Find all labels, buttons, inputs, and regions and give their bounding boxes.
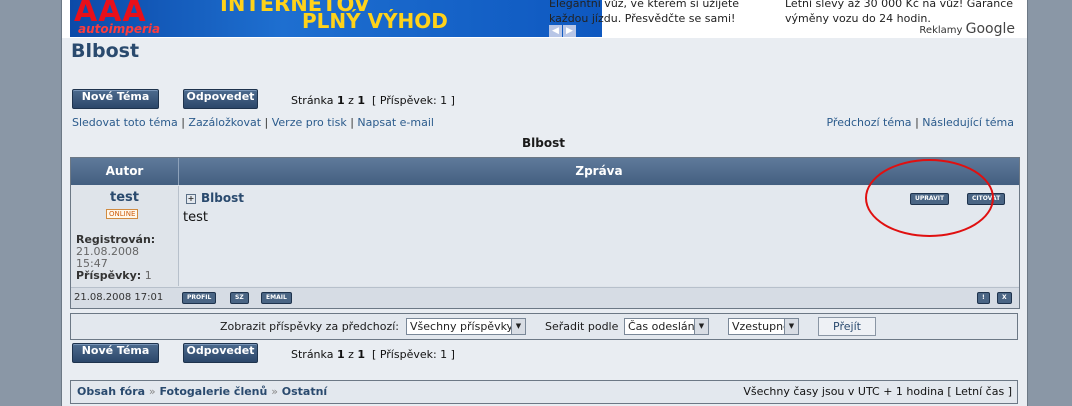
new-topic-button[interactable]: Nové Téma [72,89,159,109]
new-topic-button-bottom[interactable]: Nové Téma [72,343,159,363]
reply-button[interactable]: Odpovedet [183,89,258,109]
pm-button[interactable]: SZ [230,292,249,304]
reply-button-bottom[interactable]: Odpovedet [183,343,258,363]
post-author[interactable]: test [71,190,178,205]
post-subject-text[interactable]: Blbost [201,191,244,205]
breadcrumb-sep: » [271,385,278,398]
bookmark-link[interactable]: Zazáložkovat [188,116,261,129]
delete-button[interactable]: X [997,292,1012,304]
annotation-circle [865,159,994,237]
breadcrumb-other[interactable]: Ostatní [282,385,327,398]
sort-bar: Zobrazit příspěvky za předchozí: Všechny… [70,313,1018,340]
ad2-line1: Letní slevy až 30 000 Kč na vůz! Garance [785,0,1014,10]
post-count: [ Příspěvek: 1 ] [372,94,455,107]
page-title: Blbost [71,40,140,62]
report-button[interactable]: ! [977,292,990,304]
sort-order-value: Vzestupně [732,320,790,333]
online-badge: ONLINE [106,209,139,219]
ad1-line2: každou jízdu. Přesvědčte se sami! [549,12,736,25]
posts-count: 1 [144,269,152,282]
show-posts-label: Zobrazit příspěvky za předchozí: [220,320,399,333]
ad1-line1: Elegantní vůz, ve kterém si užijete [549,0,740,10]
author-meta: Registrován: 21.08.2008 15:47 Příspěvky:… [76,234,155,282]
sort-order-select[interactable]: Vzestupně ▼ [728,318,799,335]
sort-by-select[interactable]: Čas odeslání ▼ [624,318,709,335]
post-date: 21.08.2008 17:01 [74,292,164,303]
topic-title: Blbost [522,136,565,150]
chevron-down-icon: ▼ [784,319,798,334]
pagination-info: Stránka 1 z 1 [ Příspěvek: 1 ] [291,94,455,107]
breadcrumb-gallery[interactable]: Fotogalerie členů [159,385,267,398]
page-total: 1 [357,348,366,361]
email-topic-link[interactable]: Napsat e-mail [357,116,434,129]
ad-bar: AAA autoimperia INTERNETOV PLNÝ VÝHOD El… [62,0,1027,38]
page-current: 1 [336,348,345,361]
timezone-info: Všechny časy jsou v UTC + 1 hodina [ Let… [743,385,1012,398]
breadcrumb: Obsah fóra » Fotogalerie členů » Ostatní [77,385,327,398]
breadcrumb-forum-index[interactable]: Obsah fóra [77,385,145,398]
watch-topic-link[interactable]: Sledovat toto téma [72,116,178,129]
page-label: Stránka [291,348,334,361]
col-author-header: Autor [71,158,179,185]
show-posts-value: Všechny příspěvky [410,320,514,333]
chevron-down-icon: ▼ [511,319,525,334]
post-count: [ Příspěvek: 1 ] [372,348,455,361]
google-logo: Google [965,21,1015,37]
forum-page: AAA autoimperia INTERNETOV PLNÝ VÝHOD El… [61,0,1028,406]
topic-actions: Sledovat toto téma | Zazáložkovat | Verz… [72,116,434,129]
prev-topic-link[interactable]: Předchozí téma [826,116,911,129]
ad-prev-icon[interactable]: ◀ [549,25,562,37]
breadcrumb-bar: Obsah fóra » Fotogalerie členů » Ostatní… [70,380,1018,404]
text-ad-1[interactable]: Elegantní vůz, ve kterém si užijete každ… [549,0,759,26]
print-link[interactable]: Verze pro tisk [272,116,347,129]
breadcrumb-sep: » [148,385,156,398]
ads-by-google[interactable]: Reklamy Google [919,21,1015,37]
post-footer: 21.08.2008 17:01 PROFIL SZ EMAIL ! X [71,287,1019,308]
page-label: Stránka [291,94,334,107]
post-author-cell: test ONLINE Registrován: 21.08.2008 15:4… [71,186,179,286]
reklamy-label: Reklamy [919,25,963,36]
page-total: 1 [357,94,366,107]
post-icon: + [186,194,196,204]
banner-headline-2: PLNÝ VÝHOD [302,9,448,33]
ad-nav: ◀ ▶ [549,23,577,37]
banner-ad[interactable]: AAA autoimperia INTERNETOV PLNÝ VÝHOD [70,0,602,37]
posts-label: Příspěvky: [76,269,142,282]
page-current: 1 [336,94,345,107]
profile-button[interactable]: PROFIL [182,292,217,304]
sort-by-label: Seřadit podle [545,320,619,333]
sort-by-value: Čas odeslání [628,320,698,333]
pagination-info-bottom: Stránka 1 z 1 [ Příspěvek: 1 ] [291,348,455,361]
post-subject: + Blbost [186,191,244,205]
go-button[interactable]: Přejít [818,317,876,336]
page-of: z [348,94,354,107]
ad-next-icon[interactable]: ▶ [563,25,576,37]
banner-brand-sub: autoimperia [78,22,161,36]
post-body: test [183,210,208,225]
email-button[interactable]: EMAIL [261,292,292,304]
next-topic-link[interactable]: Následující téma [922,116,1014,129]
page-of: z [348,348,354,361]
chevron-down-icon: ▼ [694,319,708,334]
topic-navigation: Předchozí téma | Následující téma [826,116,1014,129]
show-posts-select[interactable]: Všechny příspěvky ▼ [406,318,526,335]
